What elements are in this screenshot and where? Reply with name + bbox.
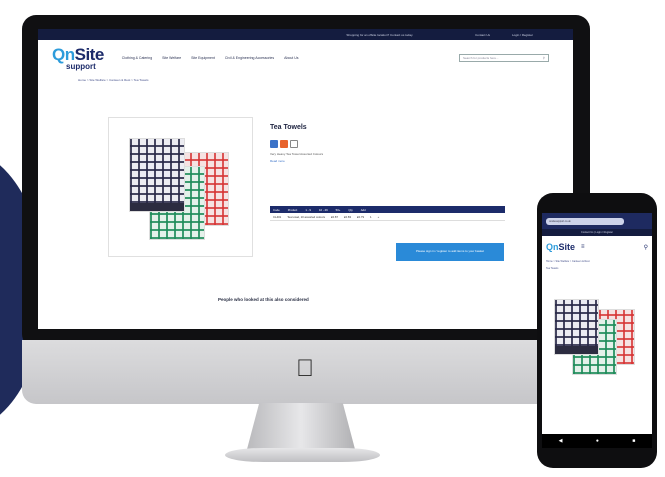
add-button[interactable]: + [378, 215, 380, 219]
search-placeholder: Search for products here... [463, 56, 499, 60]
th-code: Code [273, 207, 280, 212]
logo-qn: Qn [52, 44, 75, 64]
phone-screen: onsitesupport.co.uk Contact Us | Login /… [542, 213, 652, 448]
phone-url-field[interactable]: onsitesupport.co.uk [546, 217, 624, 225]
google-share-icon[interactable] [280, 140, 288, 148]
phone-nav-bar: ◀ ● ■ [542, 434, 652, 448]
product-title: Tea Towels [270, 124, 307, 131]
breadcrumb[interactable]: Home > Site Welfare > Canteen & Rest > T… [78, 78, 573, 82]
product-image[interactable] [108, 117, 253, 257]
nav-item[interactable]: Clothing & Catering [122, 56, 152, 60]
phone-logo[interactable]: QnSite [546, 241, 576, 252]
logo-tagline: support [66, 61, 96, 71]
th-price-1: 1 - 9 [305, 207, 311, 212]
recent-apps-icon[interactable]: ■ [632, 438, 635, 444]
back-icon[interactable]: ◀ [559, 438, 563, 444]
scene: Shopping for an offsite location? Contac… [0, 0, 665, 477]
search-icon[interactable]: ⚲ [543, 56, 545, 60]
topbar-message: Shopping for an offsite location? Contac… [346, 32, 414, 37]
search-input[interactable]: Search for products here... ⚲ [459, 54, 549, 62]
main-nav: Clothing & Catering Site Welfare Site Eq… [122, 56, 299, 60]
phone-menu-icon[interactable]: ≡ [581, 244, 585, 250]
phone-product-image[interactable] [554, 299, 646, 391]
th-price-2: 10 - 49 [318, 207, 328, 212]
navy-towel [554, 299, 599, 355]
site-header: QnSite support Clothing & Catering Site … [38, 40, 573, 76]
imac-base [225, 448, 380, 462]
cell-product: Tea towel, 10 assorted colours [287, 214, 326, 219]
cell-code: CL401 [273, 214, 282, 219]
nav-item[interactable]: About Us [284, 56, 298, 60]
th-product: Product [287, 207, 298, 212]
login-link[interactable]: Login / Register [512, 33, 533, 37]
table-row: CL401 Tea towel, 10 assorted colours £0.… [270, 213, 505, 221]
cell-price-2: £0.83 [344, 214, 352, 219]
qty-input[interactable]: 1 [370, 215, 372, 219]
sign-in-to-add-button[interactable]: Please sign in / register to add items t… [396, 243, 504, 261]
email-share-icon[interactable] [290, 140, 298, 148]
nav-item[interactable]: Site Equipment [191, 56, 215, 60]
phone-logo-site: Site [558, 241, 576, 252]
imac-screen: Shopping for an offsite location? Contac… [38, 29, 573, 329]
phone-header: QnSite ≡ ⚲ [542, 236, 652, 258]
read-more-link[interactable]: Read more [270, 159, 285, 163]
topbar: Shopping for an offsite location? Contac… [38, 29, 573, 40]
onsite-logo[interactable]: QnSite support [52, 46, 104, 71]
apple-logo-icon:  [292, 356, 318, 382]
home-icon[interactable]: ● [596, 438, 599, 444]
nav-item[interactable]: Site Welfare [162, 56, 181, 60]
contact-link[interactable]: Contact Us [475, 33, 490, 37]
phone-logo-qn: Qn [546, 241, 559, 252]
phone-search-icon[interactable]: ⚲ [644, 244, 648, 251]
phone-breadcrumb[interactable]: Home > Site Welfare > Canteen & Rest [542, 258, 652, 265]
cell-price-3: £0.79 [357, 214, 365, 219]
table-header: Code Product 1 - 9 10 - 49 50+ Qty Add [270, 206, 505, 213]
th-add: Add [360, 207, 366, 212]
price-table: Code Product 1 - 9 10 - 49 50+ Qty Add C… [270, 206, 505, 221]
cell-price-1: £0.87 [331, 214, 339, 219]
product-description: Very Heavy Tea Towel Assorted Colours [270, 152, 324, 156]
th-price-3: 50+ [335, 207, 341, 212]
imac-stand [246, 403, 356, 453]
logo-site: Site [74, 44, 105, 64]
facebook-share-icon[interactable] [270, 140, 278, 148]
navy-towel [129, 138, 185, 212]
phone-address-bar: onsitesupport.co.uk [542, 213, 652, 229]
th-qty: Qty [348, 207, 353, 212]
share-buttons [270, 140, 298, 148]
phone-banner[interactable]: Contact Us | Login / Register [542, 229, 652, 236]
phone-breadcrumb-current: Tea Towels [546, 267, 559, 270]
nav-item[interactable]: Civil & Engineering Accessories [225, 56, 274, 60]
related-heading: People who looked at this also considere… [218, 297, 309, 302]
